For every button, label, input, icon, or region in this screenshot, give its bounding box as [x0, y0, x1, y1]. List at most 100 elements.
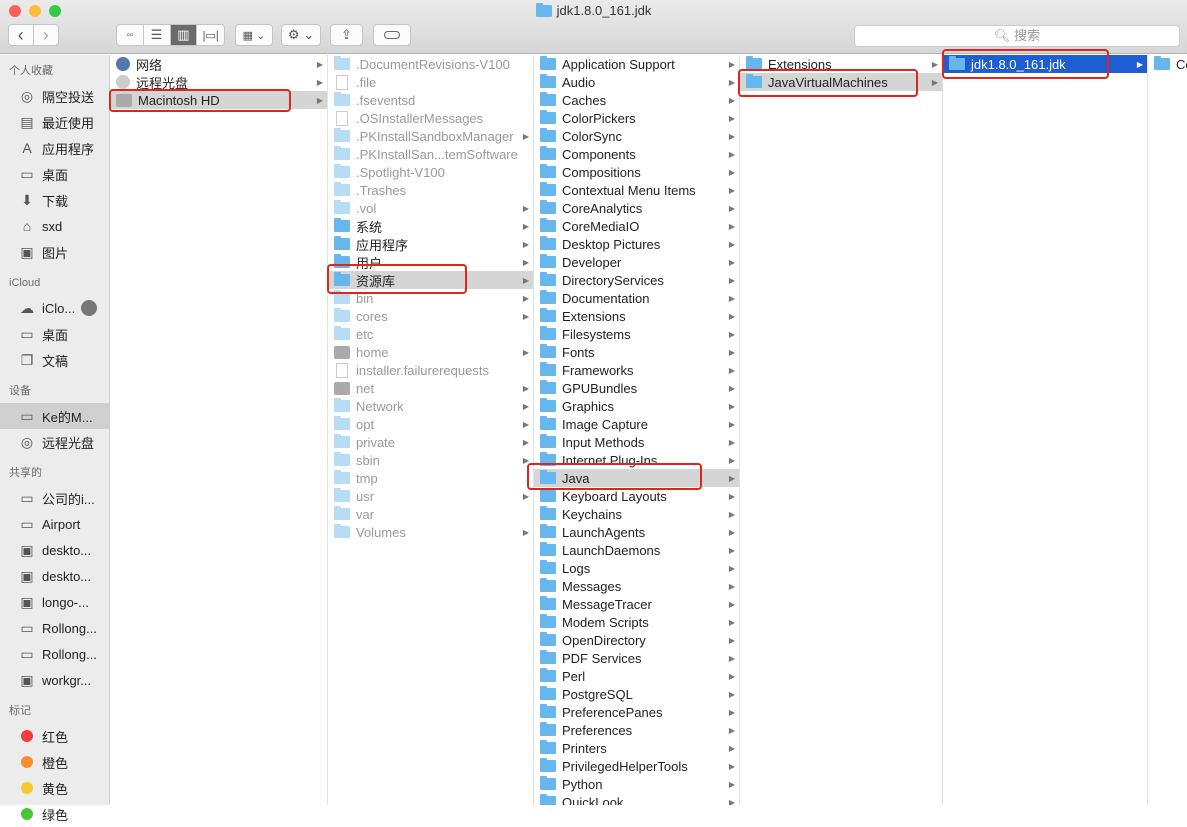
sidebar-item[interactable]: ◎ 远程光盘 [0, 429, 109, 455]
file-row[interactable]: ColorPickers ▶ [534, 109, 739, 127]
arrange-button[interactable]: ▦ ⌄ [235, 24, 273, 46]
file-row[interactable]: CoreMediaIO ▶ [534, 217, 739, 235]
column-2[interactable]: .DocumentRevisions-V100 .file .fseventsd .O… [328, 55, 534, 805]
file-row[interactable]: net ▶ [328, 379, 533, 397]
file-row[interactable]: Components ▶ [534, 145, 739, 163]
file-row[interactable]: Printers ▶ [534, 739, 739, 757]
file-row[interactable]: Modem Scripts ▶ [534, 613, 739, 631]
sidebar-item[interactable]: ▣ deskto... [0, 537, 109, 563]
column-1[interactable]: 网络 ▶ 远程光盘 ▶ Macintosh HD ▶ [110, 55, 328, 805]
file-row[interactable]: .fseventsd [328, 91, 533, 109]
file-row[interactable]: .file [328, 73, 533, 91]
sidebar-item[interactable]: ▣ deskto... [0, 563, 109, 589]
file-row[interactable]: GPUBundles ▶ [534, 379, 739, 397]
sidebar-item[interactable]: A 应用程序 [0, 135, 109, 161]
file-row[interactable]: Input Methods ▶ [534, 433, 739, 451]
file-row[interactable]: 用户 ▶ [328, 253, 533, 271]
action-button[interactable]: ⚙ ⌄ [281, 24, 321, 46]
file-row[interactable]: Compositions ▶ [534, 163, 739, 181]
file-row[interactable]: Keyboard Layouts ▶ [534, 487, 739, 505]
file-row[interactable]: Desktop Pictures ▶ [534, 235, 739, 253]
file-row[interactable]: Perl ▶ [534, 667, 739, 685]
sidebar-item[interactable]: ▭ Rollong... [0, 615, 109, 641]
file-row[interactable]: .Trashes [328, 181, 533, 199]
file-row[interactable]: Caches ▶ [534, 91, 739, 109]
file-row[interactable]: Extensions ▶ [534, 307, 739, 325]
sidebar-item[interactable]: 红色 [0, 723, 109, 749]
file-row[interactable]: 应用程序 ▶ [328, 235, 533, 253]
file-row[interactable]: CoreAnalytics ▶ [534, 199, 739, 217]
sidebar-item[interactable]: ❐ 文稿 [0, 347, 109, 373]
file-row[interactable]: Logs ▶ [534, 559, 739, 577]
file-row[interactable]: cores ▶ [328, 307, 533, 325]
file-row[interactable]: Volumes ▶ [328, 523, 533, 541]
file-row[interactable]: Extensions ▶ [740, 55, 942, 73]
file-row[interactable]: Contextual Menu Items ▶ [534, 181, 739, 199]
file-row[interactable]: 系统 ▶ [328, 217, 533, 235]
file-row[interactable]: Network ▶ [328, 397, 533, 415]
file-row[interactable]: Frameworks ▶ [534, 361, 739, 379]
file-row[interactable]: Graphics ▶ [534, 397, 739, 415]
file-row[interactable]: ColorSync ▶ [534, 127, 739, 145]
file-row[interactable]: home ▶ [328, 343, 533, 361]
file-row[interactable]: LaunchDaemons ▶ [534, 541, 739, 559]
file-row[interactable]: PrivilegedHelperTools ▶ [534, 757, 739, 775]
file-row[interactable]: tmp [328, 469, 533, 487]
search-input[interactable]: 🔍︎ 搜索 [854, 25, 1180, 47]
file-row[interactable]: 网络 ▶ [110, 55, 327, 73]
file-row[interactable]: .PKInstallSandboxManager ▶ [328, 127, 533, 145]
column-4[interactable]: Extensions ▶ JavaVirtualMachines ▶ [740, 55, 943, 805]
file-row[interactable]: jdk1.8.0_161.jdk ▶ [943, 55, 1147, 73]
sidebar-item[interactable]: ⌂ sxd [0, 213, 109, 239]
file-row[interactable]: .OSInstallerMessages [328, 109, 533, 127]
file-row[interactable]: 资源库 ▶ [328, 271, 533, 289]
sidebar-item[interactable]: ▤ 最近使用 [0, 109, 109, 135]
file-row[interactable]: etc [328, 325, 533, 343]
sidebar-item[interactable]: ▭ Rollong... [0, 641, 109, 667]
file-row[interactable]: LaunchAgents ▶ [534, 523, 739, 541]
column-6[interactable]: Co [1148, 55, 1187, 805]
sidebar-item[interactable]: 橙色 [0, 749, 109, 775]
icon-view-button[interactable]: ▫▫ [117, 25, 144, 45]
file-row[interactable]: Macintosh HD ▶ [110, 91, 327, 109]
file-row[interactable]: .PKInstallSan...temSoftware [328, 145, 533, 163]
sidebar-item[interactable]: ▭ 公司的i... [0, 485, 109, 511]
file-row[interactable]: Fonts ▶ [534, 343, 739, 361]
forward-button[interactable]: › [34, 25, 58, 45]
file-row[interactable]: Documentation ▶ [534, 289, 739, 307]
file-row[interactable]: OpenDirectory ▶ [534, 631, 739, 649]
sidebar-item[interactable]: ▭ 桌面 [0, 321, 109, 347]
file-row[interactable]: var [328, 505, 533, 523]
sidebar-item[interactable]: ▭ Airport [0, 511, 109, 537]
tags-button[interactable] [373, 24, 411, 46]
sidebar-item[interactable]: ▭ 桌面 [0, 161, 109, 187]
file-row[interactable]: Python ▶ [534, 775, 739, 793]
file-row[interactable]: MessageTracer ▶ [534, 595, 739, 613]
file-row[interactable]: Developer ▶ [534, 253, 739, 271]
file-row[interactable]: opt ▶ [328, 415, 533, 433]
file-row[interactable]: usr ▶ [328, 487, 533, 505]
file-row[interactable]: QuickLook ▶ [534, 793, 739, 805]
file-row[interactable]: .vol ▶ [328, 199, 533, 217]
file-row[interactable]: PostgreSQL ▶ [534, 685, 739, 703]
file-row[interactable]: installer.failurerequests [328, 361, 533, 379]
file-row[interactable]: .DocumentRevisions-V100 [328, 55, 533, 73]
file-row[interactable]: private ▶ [328, 433, 533, 451]
file-row[interactable]: Co [1148, 55, 1187, 73]
sidebar-item[interactable]: ▣ longo-... [0, 589, 109, 615]
file-row[interactable]: Java ▶ [534, 469, 739, 487]
back-button[interactable]: ‹ [9, 25, 34, 45]
list-view-button[interactable]: ☰ [144, 25, 171, 45]
file-row[interactable]: .Spotlight-V100 [328, 163, 533, 181]
file-row[interactable]: Application Support ▶ [534, 55, 739, 73]
cover-flow-button[interactable]: |▭| [197, 25, 224, 45]
file-row[interactable]: bin ▶ [328, 289, 533, 307]
file-row[interactable]: PreferencePanes ▶ [534, 703, 739, 721]
sidebar-item[interactable]: ▣ 图片 [0, 239, 109, 265]
file-row[interactable]: Preferences ▶ [534, 721, 739, 739]
column-5[interactable]: jdk1.8.0_161.jdk ▶ [943, 55, 1148, 805]
sidebar-item[interactable]: ◎ 隔空投送 [0, 83, 109, 109]
sidebar-item[interactable]: ▣ workgr... [0, 667, 109, 693]
file-row[interactable]: Filesystems ▶ [534, 325, 739, 343]
share-button[interactable]: ⇪ [330, 24, 363, 46]
